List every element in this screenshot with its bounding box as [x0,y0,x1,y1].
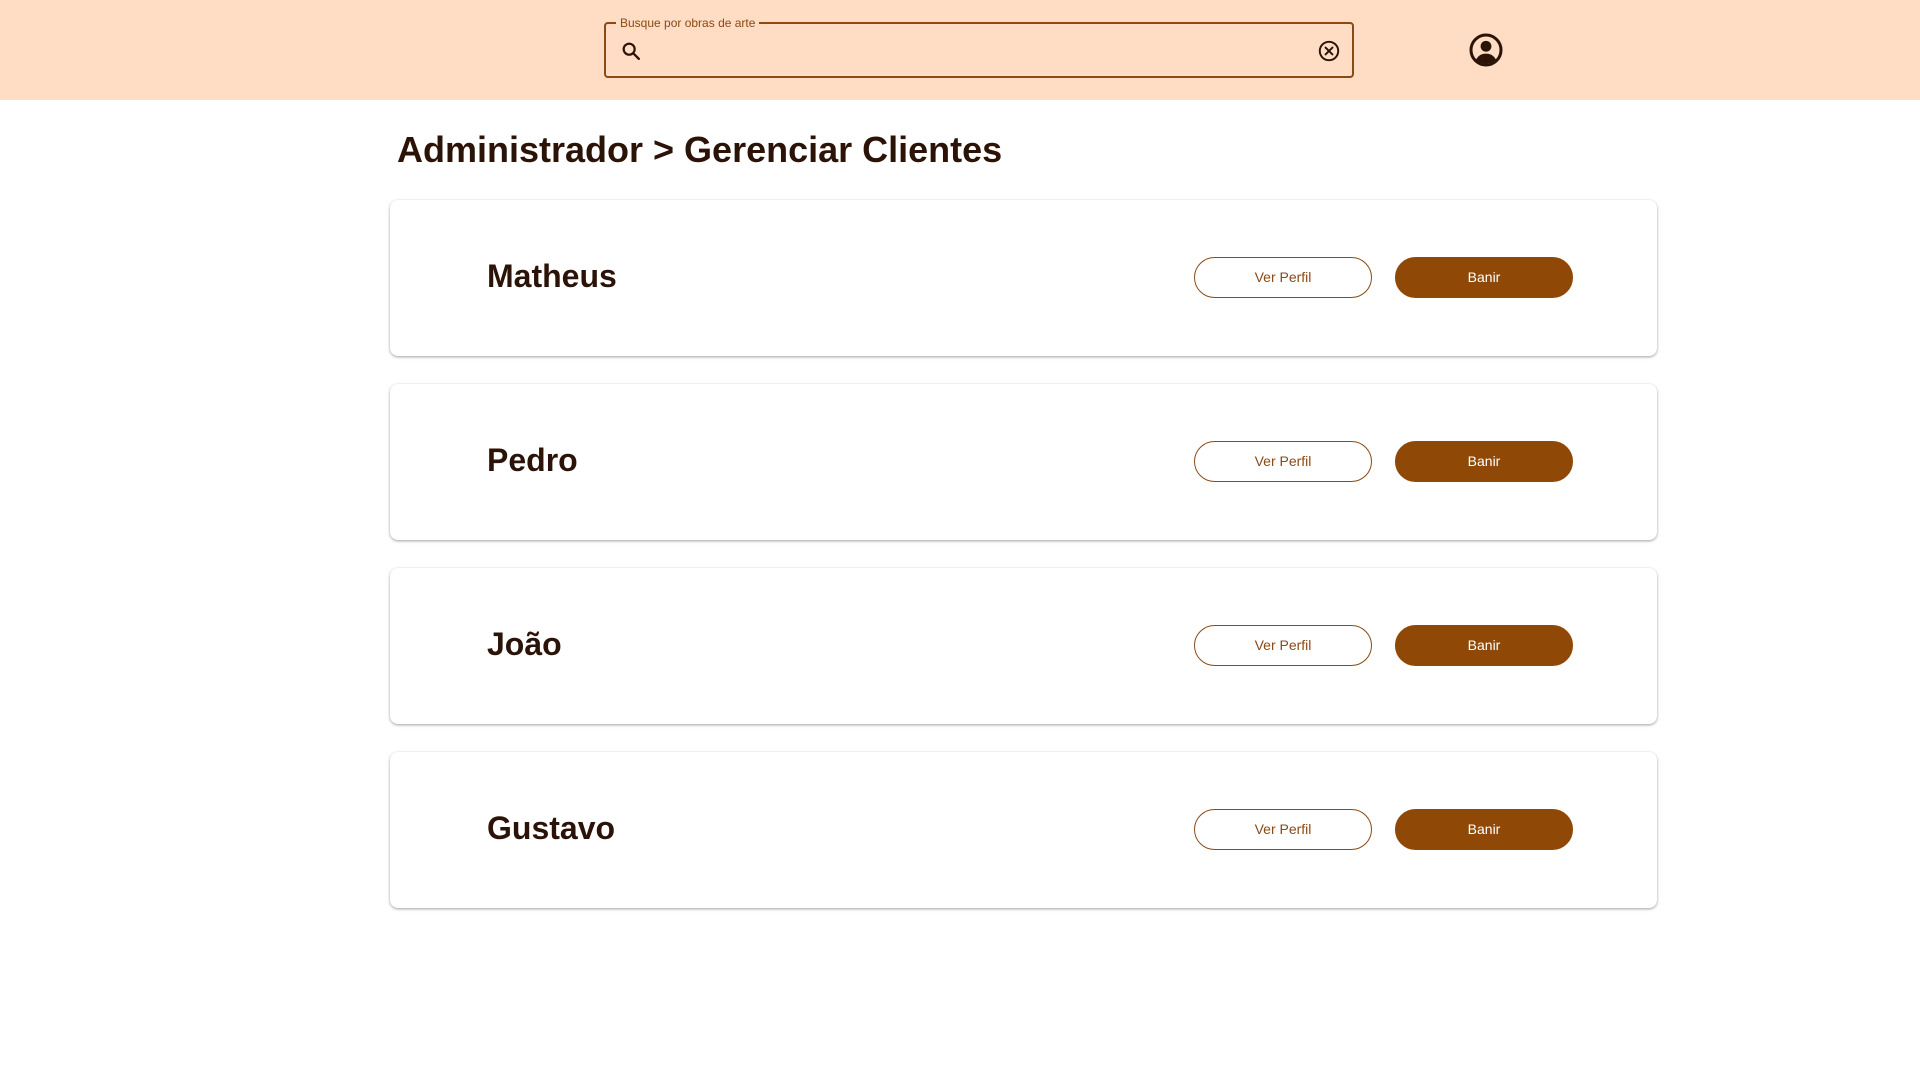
account-circle-icon[interactable] [1468,32,1504,68]
ban-button[interactable]: Banir [1395,257,1573,298]
ban-button[interactable]: Banir [1395,441,1573,482]
view-profile-button[interactable]: Ver Perfil [1194,257,1372,298]
search-field-label: Busque por obras de arte [616,15,760,31]
search-input[interactable] [654,30,1294,72]
view-profile-button[interactable]: Ver Perfil [1194,625,1372,666]
client-name: Matheus [487,258,617,294]
view-profile-button[interactable]: Ver Perfil [1194,809,1372,850]
client-card: Matheus Ver Perfil Banir [390,200,1657,356]
search-icon [620,40,642,62]
client-name: Gustavo [487,810,616,846]
page-title: Administrador > Gerenciar Clientes [397,129,1003,170]
client-name: João [487,626,562,662]
search-field[interactable]: Busque por obras de arte [604,15,1354,78]
client-card: Pedro Ver Perfil Banir [390,384,1657,540]
top-app-bar: Busque por obras de arte [0,0,1920,100]
client-card: Gustavo Ver Perfil Banir [390,752,1657,908]
ban-button[interactable]: Banir [1395,809,1573,850]
view-profile-button[interactable]: Ver Perfil [1194,441,1372,482]
clear-search-icon[interactable] [1316,38,1342,64]
ban-button[interactable]: Banir [1395,625,1573,666]
client-name: Pedro [487,442,578,478]
client-card: João Ver Perfil Banir [390,568,1657,724]
client-list: Matheus Ver Perfil Banir Pedro Ver Perfi… [390,200,1657,936]
